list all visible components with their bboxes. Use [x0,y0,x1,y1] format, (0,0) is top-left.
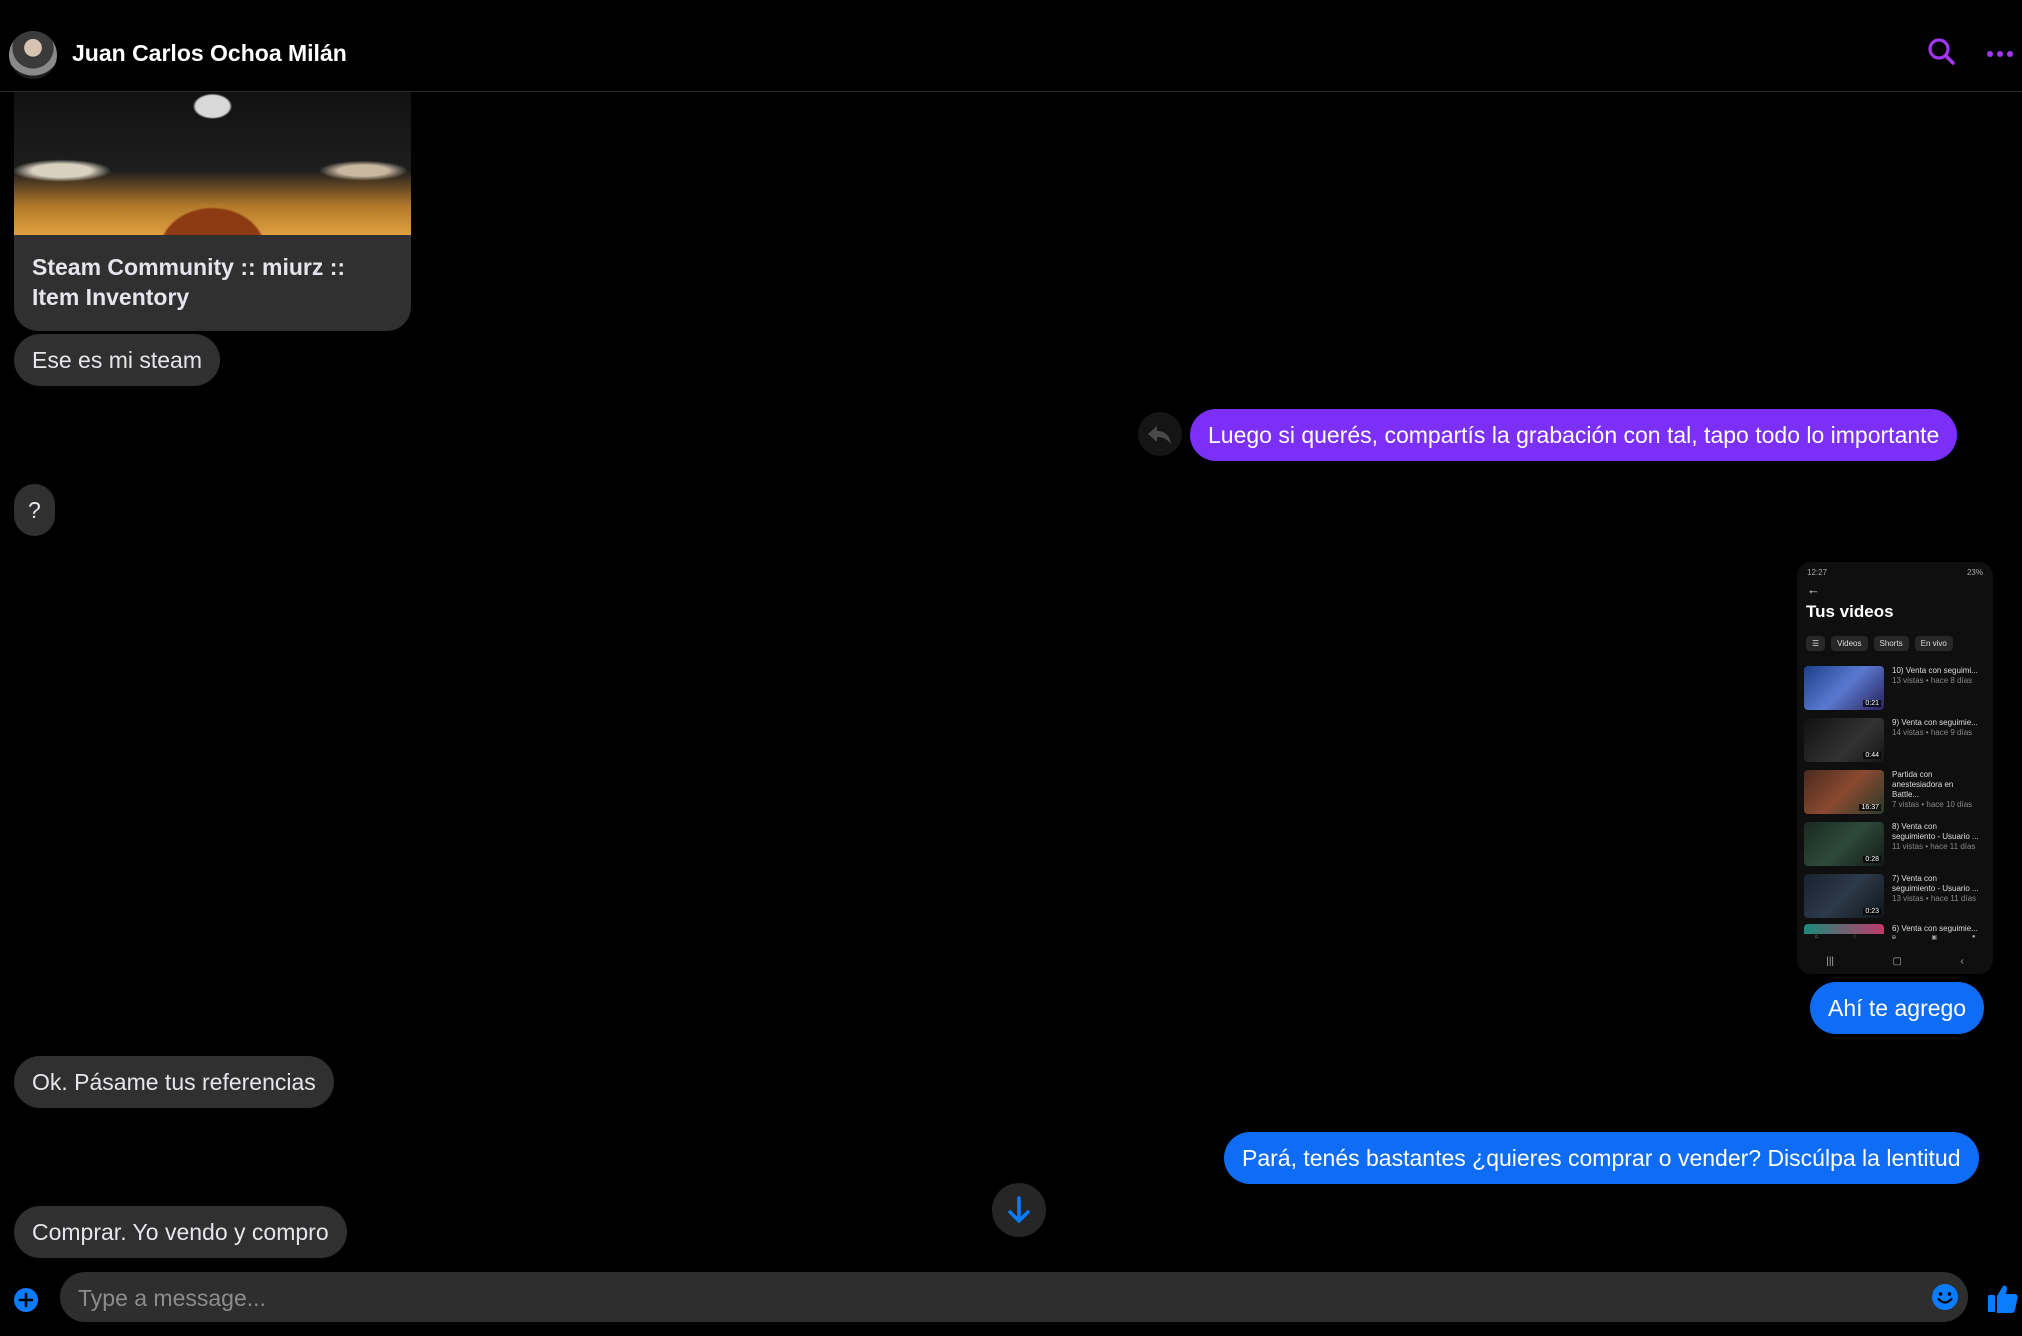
message-bubble-incoming[interactable]: Ok. Pásame tus referencias [14,1056,334,1108]
video-row: 6) Venta con seguimie... [1804,924,1988,934]
recents-icon: ||| [1826,956,1835,967]
video-thumbnail: 0:44 [1804,718,1884,762]
phone-system-bar: ||| ▢ ‹ [1797,956,1993,970]
shorts-icon: ◌ [1852,934,1857,940]
message-composer [60,1272,1968,1324]
message-bubble-outgoing[interactable]: Ahí te agrego [1810,982,1985,1034]
message-bubble-outgoing[interactable]: Pará, tenés bastantes ¿quieres comprar o… [1224,1132,1979,1184]
video-title: 6) Venta con seguimie... [1892,924,1978,933]
filter-icon: ☰ [1806,636,1826,651]
video-meta: 13 vistas • hace 8 días [1892,676,1973,685]
chip: Videos [1831,636,1868,651]
subscriptions-icon: ▣ [1931,935,1938,941]
chip: Shorts [1873,636,1909,651]
video-row: 0:23 7) Venta con seguimiento - Usuario … [1804,874,1988,918]
video-row: 0:44 9) Venta con seguimie... 14 vistas •… [1804,718,1988,762]
link-preview-card[interactable]: Steam Community :: miurz :: Item Invento… [14,92,411,331]
video-meta: 11 vistas • hace 11 días [1892,842,1976,851]
emoji-icon [1932,1284,1958,1310]
message-bubble-incoming[interactable]: ? [14,484,55,536]
link-preview-title: Steam Community :: miurz :: Item Invento… [32,254,346,310]
message-bubble-incoming[interactable]: Comprar. Yo vendo y compro [14,1206,347,1258]
video-thumbnail: 16:37 [1804,770,1884,814]
search-icon [1928,38,1955,65]
phone-nav-bar: ⌂ ◌ ⊕ ▣ ● [1797,934,1993,954]
filter-chips: ☰ Videos Shorts En vivo [1806,636,1953,651]
like-button[interactable] [1986,1281,2020,1315]
video-thumbnail: 0:21 [1804,666,1884,710]
profile-icon: ● [1971,934,1976,940]
home-icon: ⌂ [1814,934,1819,940]
video-thumbnail: 0:23 [1804,874,1884,918]
back-arrow-icon: ← [1807,582,1820,597]
video-title: 10) Venta con seguimi... [1892,666,1978,675]
phone-status-battery: 23% [1966,568,1983,577]
video-row: 0:28 8) Venta con seguimiento - Usuario … [1804,822,1988,866]
link-preview-image [14,92,411,235]
message-input[interactable] [76,1272,1910,1324]
conversation-header: Juan Carlos Ochoa Milán [0,0,2022,92]
shared-image-attachment[interactable]: 12:27 23% ← Tus videos ☰ Videos Shorts E… [1797,562,1993,974]
more-options-icon [1987,51,2013,57]
add-attachment-button[interactable] [12,1286,40,1314]
thumbs-up-icon [1988,1285,2018,1313]
message-bubble-outgoing[interactable]: Luego si querés, compartís la grabación … [1190,409,1958,461]
video-title: Partida con anestesiadora en Battle... [1892,770,1954,799]
reply-button[interactable] [1138,412,1182,456]
screenshot-title: Tus videos [1806,602,1894,621]
reply-icon [1148,426,1171,444]
message-thread[interactable]: Steam Community :: miurz :: Item Invento… [0,92,2022,1264]
video-thumbnail [1804,924,1884,934]
video-title: 9) Venta con seguimie... [1892,718,1978,727]
add-icon: ⊕ [1891,935,1897,941]
chip: En vivo [1914,636,1953,651]
emoji-button[interactable] [1930,1282,1960,1312]
home-square-icon: ▢ [1892,956,1902,967]
contact-avatar[interactable] [9,31,57,79]
video-title: 7) Venta con seguimiento - Usuario ... [1892,874,1979,893]
video-meta: 7 vistas • hace 10 días [1892,800,1973,809]
more-options-button[interactable] [1980,32,2020,72]
phone-status-time: 12:27 [1807,568,1828,577]
search-button[interactable] [1922,32,1962,72]
scroll-to-bottom-button[interactable] [992,1183,1046,1237]
video-meta: 13 vistas • hace 11 días [1892,894,1977,903]
video-title: 8) Venta con seguimiento - Usuario ... [1892,822,1979,841]
contact-name[interactable]: Juan Carlos Ochoa Milán [72,40,347,67]
add-circle-icon [14,1288,38,1312]
arrow-down-icon [1008,1196,1030,1223]
video-row: 16:37 Partida con anestesiadora en Battl… [1804,770,1988,814]
back-icon: ‹ [1960,956,1964,967]
video-row: 0:21 10) Venta con seguimi... 13 vistas •… [1804,666,1988,710]
video-meta: 14 vistas • hace 9 días [1892,728,1973,737]
video-thumbnail: 0:28 [1804,822,1884,866]
message-bubble-incoming[interactable]: Ese es mi steam [14,334,220,386]
